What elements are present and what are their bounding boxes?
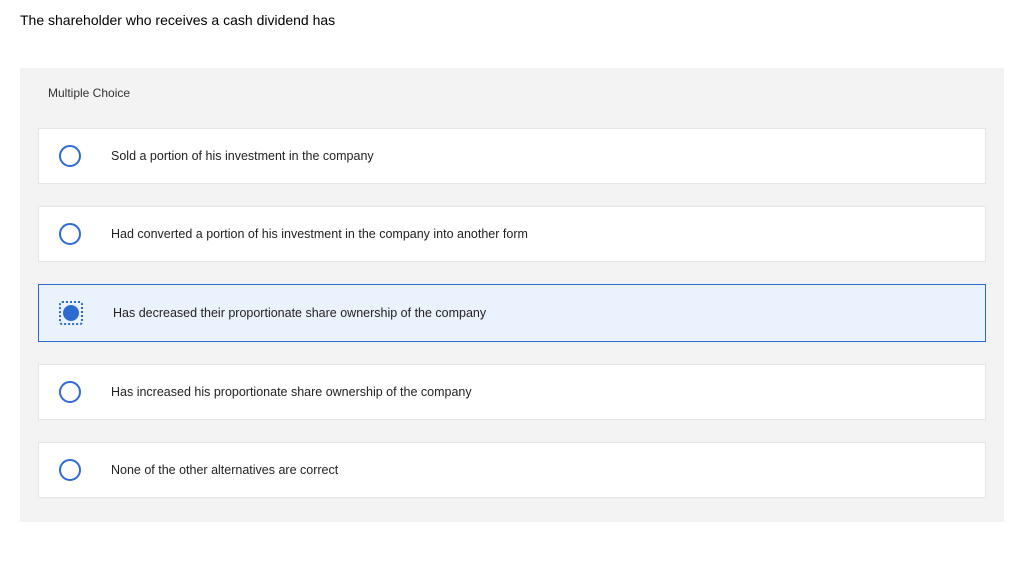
radio-icon bbox=[59, 381, 81, 403]
option-label: Has decreased their proportionate share … bbox=[113, 306, 486, 320]
option-row-1[interactable]: Had converted a portion of his investmen… bbox=[38, 206, 986, 262]
radio-icon bbox=[59, 223, 81, 245]
radio-inner-dot bbox=[63, 305, 79, 321]
options-container: Sold a portion of his investment in the … bbox=[20, 118, 1004, 522]
option-label: None of the other alternatives are corre… bbox=[111, 463, 338, 477]
radio-icon bbox=[59, 145, 81, 167]
option-row-4[interactable]: None of the other alternatives are corre… bbox=[38, 442, 986, 498]
radio-icon bbox=[59, 459, 81, 481]
option-label: Sold a portion of his investment in the … bbox=[111, 149, 374, 163]
radio-icon-selected bbox=[59, 301, 83, 325]
option-label: Had converted a portion of his investmen… bbox=[111, 227, 528, 241]
question-text: The shareholder who receives a cash divi… bbox=[0, 0, 1024, 28]
option-row-3[interactable]: Has increased his proportionate share ow… bbox=[38, 364, 986, 420]
option-label: Has increased his proportionate share ow… bbox=[111, 385, 472, 399]
option-row-2[interactable]: Has decreased their proportionate share … bbox=[38, 284, 986, 342]
quiz-container: Multiple Choice Sold a portion of his in… bbox=[20, 68, 1004, 522]
option-row-0[interactable]: Sold a portion of his investment in the … bbox=[38, 128, 986, 184]
quiz-header: Multiple Choice bbox=[20, 68, 1004, 118]
